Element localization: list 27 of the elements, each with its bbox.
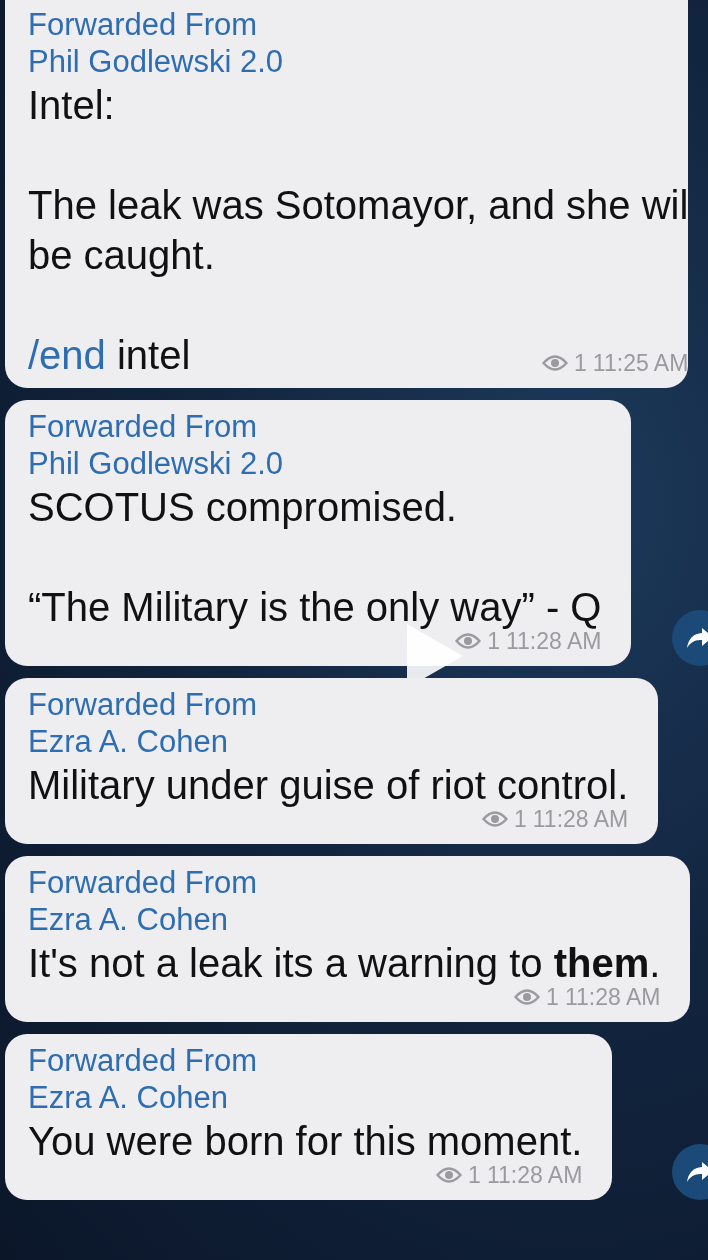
eye-icon [482, 809, 508, 829]
forwarded-label: Forwarded From [28, 408, 259, 445]
command-link[interactable]: /end [28, 333, 106, 377]
view-count: 1 [574, 349, 587, 378]
message-time: 11:28 AM [506, 628, 602, 656]
sender-link[interactable]: Ezra A. Cohen [28, 723, 629, 760]
eye-icon [455, 631, 482, 651]
eye-icon [514, 987, 541, 1007]
message-text: The leak was Sotomayor, and she wil be caught. [28, 182, 689, 279]
sender-link[interactable]: Ezra A. Cohen [28, 1079, 583, 1116]
sender-link[interactable]: Phil Godlewski 2.0 [28, 43, 689, 80]
eye-icon [436, 1165, 463, 1185]
forwarded-label: Forwarded From [28, 686, 259, 723]
sender-link[interactable]: Phil Godlewski 2.0 [28, 445, 602, 482]
forward-arrow-icon [686, 1160, 708, 1184]
message-text: /end intel [28, 332, 191, 379]
view-count: 1 [487, 628, 500, 656]
sender-link[interactable]: Ezra A. Cohen [28, 901, 661, 938]
message-text: Intel: [28, 82, 116, 129]
message-text: “The Military is the only way” - Q [28, 584, 602, 631]
forward-arrow-icon [686, 626, 708, 650]
forwarded-label: Forwarded From [28, 6, 259, 43]
message-text: SCOTUS compromised. [28, 484, 458, 531]
forwarded-label: Forwarded From [28, 1042, 259, 1079]
eye-icon [542, 353, 569, 373]
forwarded-label: Forwarded From [28, 864, 259, 901]
message-time: 11:25 AM [592, 349, 689, 378]
